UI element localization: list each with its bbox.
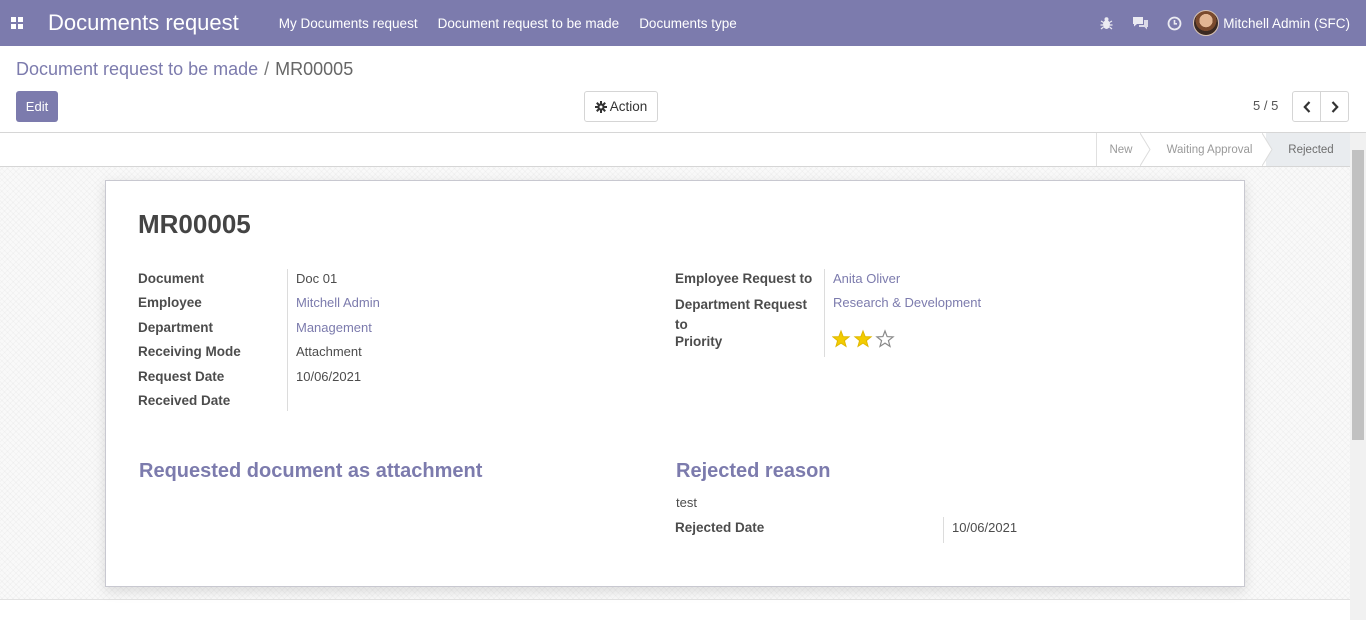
bug-icon[interactable]	[1089, 0, 1123, 46]
document-value: Doc 01	[296, 271, 338, 286]
rejected-reason-text: test	[676, 495, 697, 510]
employee-request-to-label: Employee Request to	[675, 271, 813, 286]
menu-my-documents-request[interactable]: My Documents request	[279, 16, 418, 31]
status-bar: New Waiting Approval Rejected	[0, 133, 1350, 167]
app-title[interactable]: Documents request	[48, 10, 239, 36]
breadcrumb: Document request to be made / MR00005	[16, 59, 353, 80]
form-sheet: MR00005 Document Doc 01 Employee Mitchel…	[105, 180, 1245, 587]
request-date-label: Request Date	[138, 369, 225, 384]
priority-widget	[832, 329, 902, 349]
department-label: Department	[138, 320, 214, 335]
star-empty-icon[interactable]	[875, 329, 895, 348]
employee-label: Employee	[138, 295, 202, 310]
left-group-divider	[287, 269, 288, 411]
gear-icon	[594, 100, 607, 113]
vertical-scrollbar[interactable]	[1350, 133, 1366, 620]
rejected-date-label: Rejected Date	[675, 520, 765, 535]
rejected-date-divider	[943, 517, 944, 543]
stage-rejected[interactable]: Rejected	[1266, 133, 1350, 166]
stage-divider-active	[1262, 133, 1273, 166]
pager-value[interactable]: 5 / 5	[1253, 98, 1278, 113]
pager-next-button[interactable]	[1320, 91, 1349, 122]
action-label: Action	[609, 99, 648, 114]
receiving-mode-label: Receiving Mode	[138, 344, 241, 359]
receiving-mode-value: Attachment	[296, 344, 362, 359]
chatter-area	[0, 599, 1350, 620]
record-name: MR00005	[138, 209, 251, 239]
breadcrumb-parent-link[interactable]: Document request to be made	[16, 59, 258, 80]
department-request-to-link[interactable]: Research & Development	[833, 295, 981, 310]
user-menu[interactable]: Mitchell Admin (SFC)	[1193, 10, 1350, 36]
menu-documents-type[interactable]: Documents type	[639, 16, 737, 31]
pager-buttons	[1292, 91, 1349, 122]
priority-stars[interactable]	[832, 329, 902, 349]
request-date-value: 10/06/2021	[296, 369, 362, 384]
stage-waiting-approval[interactable]: Waiting Approval	[1153, 133, 1266, 166]
rejected-date-value: 10/06/2021	[952, 520, 1018, 535]
priority-label: Priority	[675, 334, 723, 349]
rejected-reason-title: Rejected reason	[676, 460, 831, 482]
department-request-to-label: Department Request to	[675, 297, 808, 332]
chevron-right-icon	[1331, 100, 1339, 113]
received-date-label: Received Date	[138, 393, 231, 408]
right-group-divider	[824, 269, 825, 357]
main-navbar: Documents request My Documents request D…	[0, 0, 1366, 46]
menu-document-request-to-be-made[interactable]: Document request to be made	[438, 16, 620, 31]
breadcrumb-current: MR00005	[275, 59, 354, 79]
user-avatar	[1193, 10, 1220, 36]
scrollbar-thumb[interactable]	[1352, 150, 1364, 440]
document-label: Document	[138, 271, 205, 286]
stage-new[interactable]: New	[1096, 133, 1145, 166]
employee-link[interactable]: Mitchell Admin	[296, 295, 380, 310]
star-filled-icon[interactable]	[832, 329, 851, 348]
chat-icon[interactable]	[1123, 0, 1157, 46]
control-panel: Document request to be made / MR00005 Ed…	[0, 46, 1366, 133]
pager-previous-button[interactable]	[1292, 91, 1321, 122]
apps-menu-icon[interactable]	[1, 0, 33, 46]
chevron-left-icon	[1302, 100, 1310, 113]
star-filled-icon[interactable]	[853, 329, 873, 348]
breadcrumb-separator: /	[264, 59, 270, 79]
user-name: Mitchell Admin (SFC)	[1223, 15, 1350, 31]
employee-request-to-link[interactable]: Anita Oliver	[833, 271, 900, 286]
activity-clock-icon[interactable]	[1157, 0, 1191, 46]
department-link[interactable]: Management	[296, 320, 372, 335]
action-button[interactable]: Action	[584, 91, 658, 122]
stage-divider	[1140, 133, 1151, 166]
edit-button[interactable]: Edit	[16, 91, 58, 122]
attachment-section-title: Requested document as attachment	[139, 460, 483, 482]
